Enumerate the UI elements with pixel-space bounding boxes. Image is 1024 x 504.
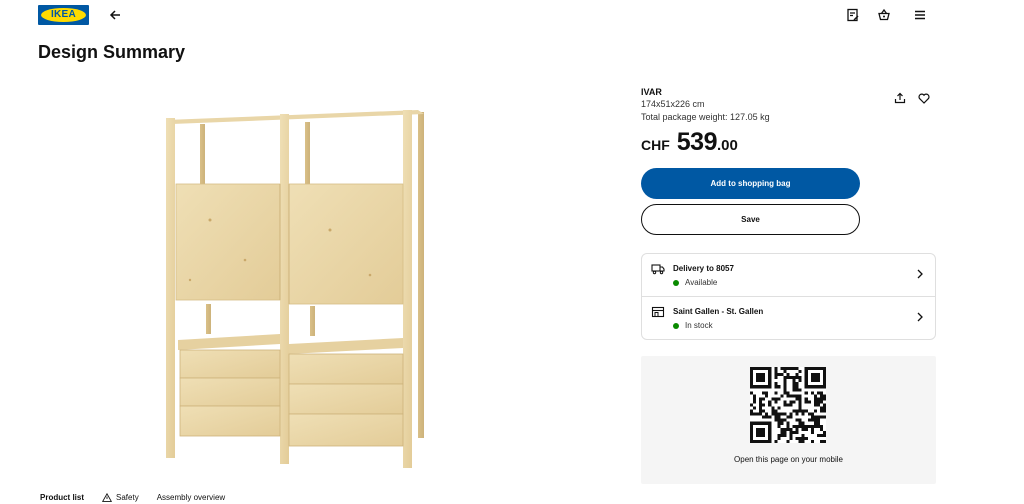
product-image	[166, 110, 424, 468]
logo-text: IKEA	[50, 9, 77, 20]
bottom-tabs: Product list Safety Assembly overview	[40, 493, 225, 502]
ikea-logo[interactable]: IKEA	[38, 5, 89, 25]
tab-assembly-overview[interactable]: Assembly overview	[157, 493, 225, 502]
product-name: IVAR	[641, 87, 662, 97]
qr-caption: Open this page on your mobile	[734, 455, 843, 464]
tab-label: Product list	[40, 493, 85, 502]
shopping-list-icon[interactable]	[841, 3, 865, 27]
price-main: 539	[676, 128, 718, 156]
tab-label: Safety	[116, 493, 139, 502]
store-title: Saint Gallen - St. Gallen	[673, 307, 764, 316]
chevron-right-icon	[917, 269, 923, 279]
qr-panel: Open this page on your mobile	[641, 356, 936, 484]
hamburger-menu-icon[interactable]	[908, 3, 932, 27]
shopping-bag-icon[interactable]	[872, 3, 896, 27]
product-weight: Total package weight: 127.05 kg	[641, 112, 770, 122]
status-text: Available	[685, 278, 718, 287]
save-button[interactable]: Save	[641, 204, 860, 235]
store-row[interactable]: Saint Gallen - St. Gallen In stock	[642, 297, 935, 340]
availability-card: Delivery to 8057 Available Saint Gallen …	[641, 253, 936, 340]
price-decimal: .00	[717, 137, 738, 154]
price-currency: CHF	[641, 137, 670, 153]
tab-label: Assembly overview	[156, 493, 226, 502]
delivery-title: Delivery to 8057	[673, 264, 734, 273]
store-icon	[651, 306, 665, 318]
share-icon[interactable]	[888, 86, 912, 110]
tab-safety[interactable]: Safety	[102, 493, 139, 502]
back-arrow-icon[interactable]	[103, 3, 127, 27]
delivery-row[interactable]: Delivery to 8057 Available	[642, 254, 935, 297]
tab-product-list[interactable]: Product list	[40, 493, 84, 502]
status-dot	[673, 322, 679, 329]
store-status: In stock	[673, 321, 713, 330]
status-dot	[673, 279, 679, 286]
warning-icon	[102, 493, 113, 502]
delivery-status: Available	[673, 278, 717, 287]
chevron-right-icon	[917, 312, 923, 322]
qr-code	[750, 367, 826, 443]
heart-icon[interactable]	[912, 86, 936, 110]
truck-icon	[651, 264, 665, 275]
add-to-bag-button[interactable]: Add to shopping bag	[641, 168, 860, 199]
page-title: Design Summary	[38, 42, 186, 62]
product-dimensions: 174x51x226 cm	[641, 99, 705, 109]
product-price: CHF 539 .00	[641, 128, 738, 157]
status-text: In stock	[685, 321, 713, 330]
